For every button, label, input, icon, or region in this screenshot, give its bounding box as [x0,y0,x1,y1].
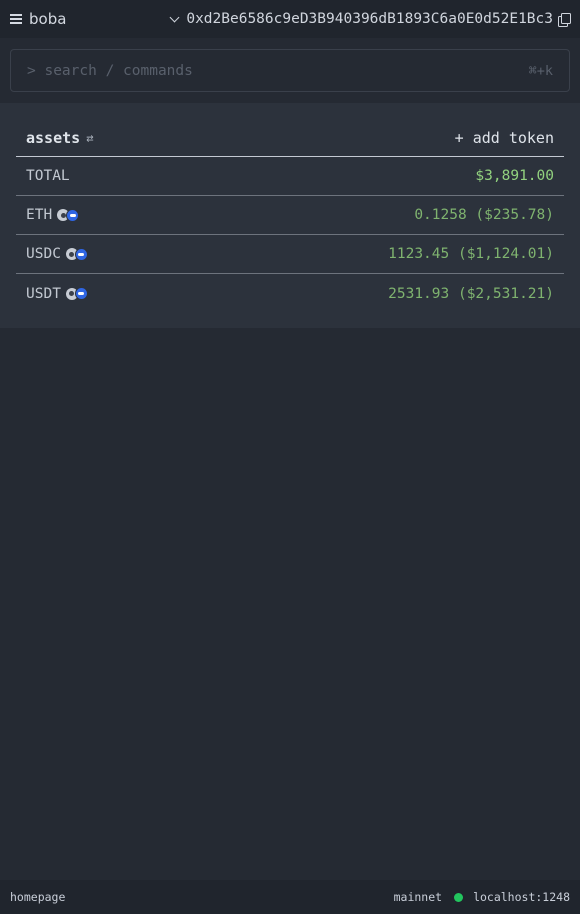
total-label: TOTAL [26,168,70,184]
search-shortcut-hint: ⌘+k [528,62,553,79]
chevron-down-icon[interactable] [169,12,180,22]
search-placeholder[interactable]: > search / commands [27,63,193,79]
search-input[interactable]: > search / commands ⌘+k [10,49,570,92]
token-icon [57,208,80,222]
app-name: boba [29,10,67,28]
token-symbol: USDT [26,285,61,302]
account-address[interactable]: 0xd2Be6586c9eD3B940396dB1893C6a0E0d52E1B… [186,11,553,27]
add-token-button[interactable]: + add token [455,129,554,147]
account-selector[interactable]: 0xd2Be6586c9eD3B940396dB1893C6a0E0d52E1B… [169,11,571,27]
menu-icon[interactable] [10,14,22,24]
token-amount: 2531.93 ($2,531.21) [388,285,554,302]
token-symbol: USDC [26,246,61,262]
current-page-label: homepage [10,890,66,904]
token-label: USDC [26,246,88,262]
assets-title: assets [26,128,81,147]
token-amount: 1123.45 ($1,124.01) [388,246,554,262]
token-symbol: ETH [26,207,53,223]
table-row-total: TOTAL $3,891.00 [16,157,564,196]
token-icon [65,287,88,300]
network-status: mainnet localhost:1248 [394,890,570,904]
total-value: $3,891.00 [475,168,554,184]
host-label: localhost:1248 [473,890,570,904]
table-row[interactable]: ETH 0.1258 ($235.78) [16,196,564,235]
table-row[interactable]: USDT 2531.93 ($2,531.21) [16,274,564,313]
assets-table: TOTAL $3,891.00 ETH 0.1258 ($235.78) USD… [16,157,564,313]
status-bar: homepage mainnet localhost:1248 [0,880,580,914]
network-name: mainnet [393,890,443,904]
token-icon [65,247,88,261]
top-bar: boba 0xd2Be6586c9eD3B940396dB1893C6a0E0d… [0,0,580,38]
table-row[interactable]: USDC 1123.45 ($1,124.01) [16,235,564,274]
token-label: ETH [26,207,80,223]
assets-header: assets ⇄ + add token [16,119,564,157]
assets-panel: assets ⇄ + add token TOTAL $3,891.00 ETH… [0,103,580,328]
token-label: USDT [26,286,88,302]
token-amount: 0.1258 ($235.78) [414,207,554,223]
network-status-dot-icon [454,892,464,902]
sort-icon[interactable]: ⇄ [86,131,93,145]
copy-icon[interactable] [558,12,571,27]
